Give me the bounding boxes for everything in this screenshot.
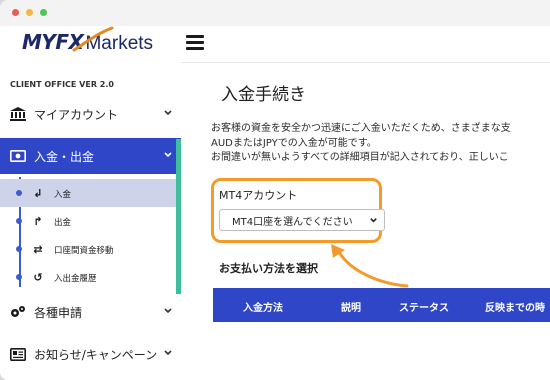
sidebar: CLIENT OFFICE VER 2.0 マイアカウント 入金・出金 ↲ 入金… [0,62,181,380]
zoom-window-button[interactable] [40,9,47,16]
mt4-account-label: MT4アカウント [219,189,298,202]
withdraw-arrow-icon: ↱ [33,214,43,228]
main-content: 入金手続き お客様の資金を安全かつ迅速にご入金いただくため、さまざまな支 AUD… [181,62,550,380]
close-window-button[interactable] [12,9,19,16]
column-header: ステータス [399,303,449,314]
sidebar-item-label: マイアカウント [34,107,119,122]
client-office-version: CLIENT OFFICE VER 2.0 [10,80,114,89]
description-line: お間違いが無いようすべての詳細項目が記入されており、正しいこ [211,152,509,163]
deposit-arrow-icon: ↲ [33,186,43,200]
transfer-arrows-icon: ⇄ [33,242,43,256]
bullet-dot [16,246,22,252]
chevron-down-icon [164,110,172,116]
myfx-markets-logo[interactable]: MYFX Markets [22,26,153,58]
description-line: お客様の資金を安全かつ迅速にご入金いただくため、さまざまな支 [211,123,511,134]
sidebar-item-label: お知らせ/キャンペーン [34,347,158,362]
description-line: AUDまたはJPYでの入金が可能です。 [211,137,377,149]
chevron-down-icon [164,152,172,158]
mt4-account-select[interactable]: MT4口座を選んでください [219,209,385,231]
column-header: 説明 [341,303,361,314]
minimize-window-button[interactable] [26,9,33,16]
submenu-item-history[interactable]: ↺ 入出金履歴 [0,263,176,291]
column-header: 反映までの時 [485,303,545,314]
submenu-item-withdrawal[interactable]: ↱ 出金 [0,207,176,235]
sidebar-item-my-account[interactable]: マイアカウント [0,96,181,132]
submenu-label: 入金 [54,190,72,200]
submenu-label: 口座間資金移動 [54,246,114,256]
browser-window: MYFX Markets CLIENT OFFICE VER 2.0 マイアカウン… [0,0,550,380]
logo-swoosh-icon [72,26,114,52]
bullet-dot [16,218,22,224]
hamburger-icon[interactable] [186,35,204,51]
bullet-dot [16,190,22,196]
submenu-item-transfer[interactable]: ⇄ 口座間資金移動 [0,235,176,263]
submenu-label: 入出金履歴 [54,274,97,284]
mt4-select-value: MT4口座を選んでください [232,216,353,228]
bullet-dot [16,274,22,280]
submenu-label: 出金 [54,218,72,228]
chevron-down-icon [164,350,172,356]
title-bar [0,0,550,26]
sidebar-item-label: 各種申請 [34,305,83,320]
payment-table-header: 入金方法 説明 ステータス 反映までの時 [213,288,550,322]
bank-icon [10,106,26,122]
sidebar-item-deposit-withdrawal[interactable]: 入金・出金 [0,138,181,174]
money-icon [10,148,26,164]
chevron-down-icon [370,218,377,223]
newspaper-icon [10,346,26,362]
pointer-arrow-icon [331,244,409,288]
chevron-down-icon [164,308,172,314]
sidebar-item-label: 入金・出金 [34,149,95,164]
submenu-item-deposit[interactable]: ↲ 入金 [0,179,176,207]
top-header: MYFX Markets [0,26,550,63]
column-header: 入金方法 [243,303,283,314]
payment-method-label: お支払い方法を選択 [219,262,318,275]
sidebar-item-applications[interactable]: 各種申請 [0,294,181,330]
deposit-description: お客様の資金を安全かつ迅速にご入金いただくため、さまざまな支 AUDまたはJPY… [211,122,511,166]
gears-icon [10,304,26,320]
history-icon: ↺ [33,270,43,284]
page-title: 入金手続き [221,85,306,105]
sidebar-item-news-campaigns[interactable]: お知らせ/キャンペーン [0,336,181,372]
